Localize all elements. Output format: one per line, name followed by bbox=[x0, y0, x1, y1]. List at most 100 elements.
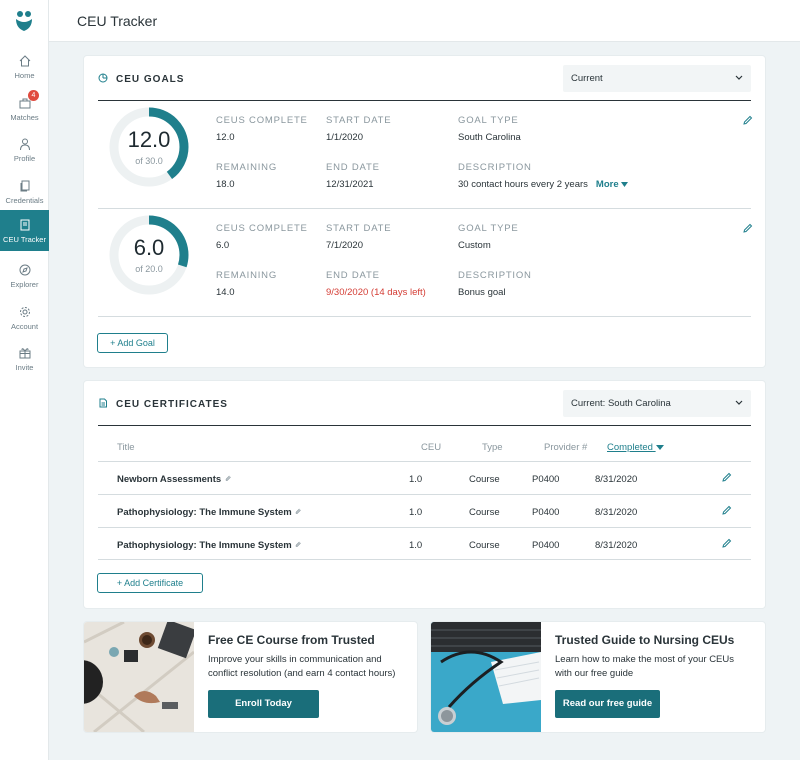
promo-card-course: Free CE Course from Trusted Improve your… bbox=[84, 622, 417, 732]
table-row[interactable]: Pathophysiology: The Immune System 1.0 C… bbox=[98, 494, 751, 527]
certificate-provider: P0400 bbox=[532, 507, 560, 518]
add-goal-button[interactable]: + Add Goal bbox=[97, 333, 168, 353]
table-row[interactable]: Newborn Assessments 1.0 Course P0400 8/3… bbox=[98, 461, 751, 494]
ceus-complete-value: 6.0 bbox=[216, 240, 230, 251]
edit-goal-pencil-icon[interactable] bbox=[742, 115, 753, 126]
start-date-label: START DATE bbox=[326, 223, 392, 234]
promo-description: Improve your skills in communication and… bbox=[208, 654, 396, 679]
start-date-value: 7/1/2020 bbox=[326, 240, 363, 251]
description-value: Bonus goal bbox=[458, 287, 506, 298]
read-free-guide-button[interactable]: Read our free guide bbox=[555, 690, 660, 718]
certificate-title-text: Newborn Assessments bbox=[117, 474, 222, 485]
edit-certificate-pencil-icon[interactable] bbox=[721, 538, 732, 549]
certificate-type: Course bbox=[469, 474, 500, 485]
promo-description: Learn how to make the most of your CEUs … bbox=[555, 654, 734, 679]
enroll-today-button[interactable]: Enroll Today bbox=[208, 690, 319, 718]
add-certificate-button[interactable]: + Add Certificate bbox=[97, 573, 203, 593]
promo-title: Free CE Course from Trusted bbox=[208, 633, 375, 647]
certificate-ceu: 1.0 bbox=[409, 540, 423, 551]
certificate-provider: P0400 bbox=[532, 474, 560, 485]
certificate-icon bbox=[99, 398, 107, 408]
certificate-title: Newborn Assessments bbox=[117, 474, 232, 485]
goal-type-value: South Carolina bbox=[458, 132, 521, 143]
column-header-completed[interactable]: Completed bbox=[607, 442, 664, 453]
sidebar-item-label: Invite bbox=[15, 363, 34, 372]
goal-ring-total: of 30.0 bbox=[135, 156, 163, 166]
paperclip-icon bbox=[225, 475, 231, 482]
goal-ring-value: 6.0 bbox=[133, 235, 165, 260]
certificate-ceu: 1.0 bbox=[409, 507, 423, 518]
sidebar-item-account[interactable]: Account bbox=[0, 301, 49, 341]
description-label: DESCRIPTION bbox=[458, 162, 532, 173]
book-icon bbox=[20, 219, 29, 231]
start-date-value: 1/1/2020 bbox=[326, 132, 363, 143]
goals-filter-value: Current bbox=[571, 73, 603, 84]
chevron-down-icon bbox=[735, 400, 743, 405]
ceu-certificates-card: CEU CERTIFICATES Current: South Carolina… bbox=[84, 381, 765, 608]
description-value: 30 contact hours every 2 years More bbox=[458, 179, 629, 190]
person-icon bbox=[19, 138, 30, 151]
table-row[interactable]: Pathophysiology: The Immune System 1.0 C… bbox=[98, 527, 751, 560]
logo-icon[interactable] bbox=[14, 10, 34, 32]
column-header-provider[interactable]: Provider # bbox=[544, 442, 587, 453]
promo-card-guide: Trusted Guide to Nursing CEUs Learn how … bbox=[431, 622, 765, 732]
edit-certificate-pencil-icon[interactable] bbox=[721, 472, 732, 483]
end-date-value-overdue: 9/30/2020 (14 days left) bbox=[326, 287, 426, 298]
ceu-certificates-header: CEU CERTIFICATES Current: South Carolina bbox=[98, 381, 751, 426]
column-header-title[interactable]: Title bbox=[117, 442, 135, 453]
ceu-goals-title: CEU GOALS bbox=[116, 74, 185, 85]
certificate-ceu: 1.0 bbox=[409, 474, 423, 485]
sidebar-item-label: CEU Tracker bbox=[3, 235, 46, 244]
ceu-goals-card: CEU GOALS Current 12.0 of 30.0 CEUS COMP… bbox=[84, 56, 765, 367]
more-link[interactable]: More bbox=[595, 179, 629, 190]
column-header-type[interactable]: Type bbox=[482, 442, 503, 453]
sidebar: Home 4 Matches Profile Credentials CEU T… bbox=[0, 0, 49, 760]
ceu-goals-header: CEU GOALS Current bbox=[98, 56, 751, 101]
certificate-completed: 8/31/2020 bbox=[595, 507, 638, 518]
top-bar: CEU Tracker bbox=[49, 0, 800, 42]
ceu-certificates-title: CEU CERTIFICATES bbox=[116, 399, 228, 410]
goals-filter-dropdown[interactable]: Current bbox=[563, 65, 751, 92]
documents-icon bbox=[20, 180, 29, 192]
column-header-ceu[interactable]: CEU bbox=[421, 442, 441, 453]
sidebar-item-label: Profile bbox=[13, 154, 36, 163]
certificates-filter-dropdown[interactable]: Current: South Carolina bbox=[563, 390, 751, 417]
goal-row: 6.0 of 20.0 CEUS COMPLETE 6.0 REMAINING … bbox=[98, 209, 753, 317]
sidebar-item-profile[interactable]: Profile bbox=[0, 133, 49, 173]
edit-certificate-pencil-icon[interactable] bbox=[721, 505, 732, 516]
more-link-label: More bbox=[595, 179, 619, 190]
sidebar-item-label: Home bbox=[14, 71, 35, 80]
gear-icon bbox=[19, 307, 30, 317]
sidebar-item-matches[interactable]: 4 Matches bbox=[0, 90, 49, 132]
sidebar-item-invite[interactable]: Invite bbox=[0, 342, 49, 382]
gift-icon bbox=[19, 348, 30, 359]
sort-desc-icon bbox=[655, 445, 664, 450]
goal-type-label: GOAL TYPE bbox=[458, 223, 519, 234]
sidebar-item-credentials[interactable]: Credentials bbox=[0, 175, 49, 215]
certificate-title-text: Pathophysiology: The Immune System bbox=[117, 540, 292, 551]
sidebar-item-explorer[interactable]: Explorer bbox=[0, 259, 49, 299]
column-header-completed-label: Completed bbox=[607, 442, 653, 453]
end-date-label: END DATE bbox=[326, 162, 380, 173]
edit-goal-pencil-icon[interactable] bbox=[742, 223, 753, 234]
paperclip-icon bbox=[295, 541, 302, 548]
sidebar-item-ceu-tracker[interactable]: CEU Tracker bbox=[0, 210, 49, 251]
certificate-type: Course bbox=[469, 540, 500, 551]
certificate-title: Pathophysiology: The Immune System bbox=[117, 540, 302, 551]
description-text: 30 contact hours every 2 years bbox=[458, 179, 588, 190]
pie-chart-icon bbox=[98, 73, 108, 83]
certificate-completed: 8/31/2020 bbox=[595, 474, 638, 485]
chevron-down-icon bbox=[735, 75, 743, 80]
ceus-complete-label: CEUS COMPLETE bbox=[216, 115, 308, 126]
goal-ring-total: of 20.0 bbox=[135, 264, 163, 274]
sidebar-item-label: Explorer bbox=[10, 280, 39, 289]
ceus-complete-label: CEUS COMPLETE bbox=[216, 223, 308, 234]
remaining-value: 14.0 bbox=[216, 287, 235, 298]
home-icon bbox=[19, 55, 30, 67]
certificate-title-text: Pathophysiology: The Immune System bbox=[117, 507, 292, 518]
ceus-complete-value: 12.0 bbox=[216, 132, 235, 143]
sidebar-item-home[interactable]: Home bbox=[0, 50, 49, 90]
start-date-label: START DATE bbox=[326, 115, 392, 126]
remaining-label: REMAINING bbox=[216, 270, 278, 281]
certificates-filter-value: Current: South Carolina bbox=[571, 398, 671, 409]
